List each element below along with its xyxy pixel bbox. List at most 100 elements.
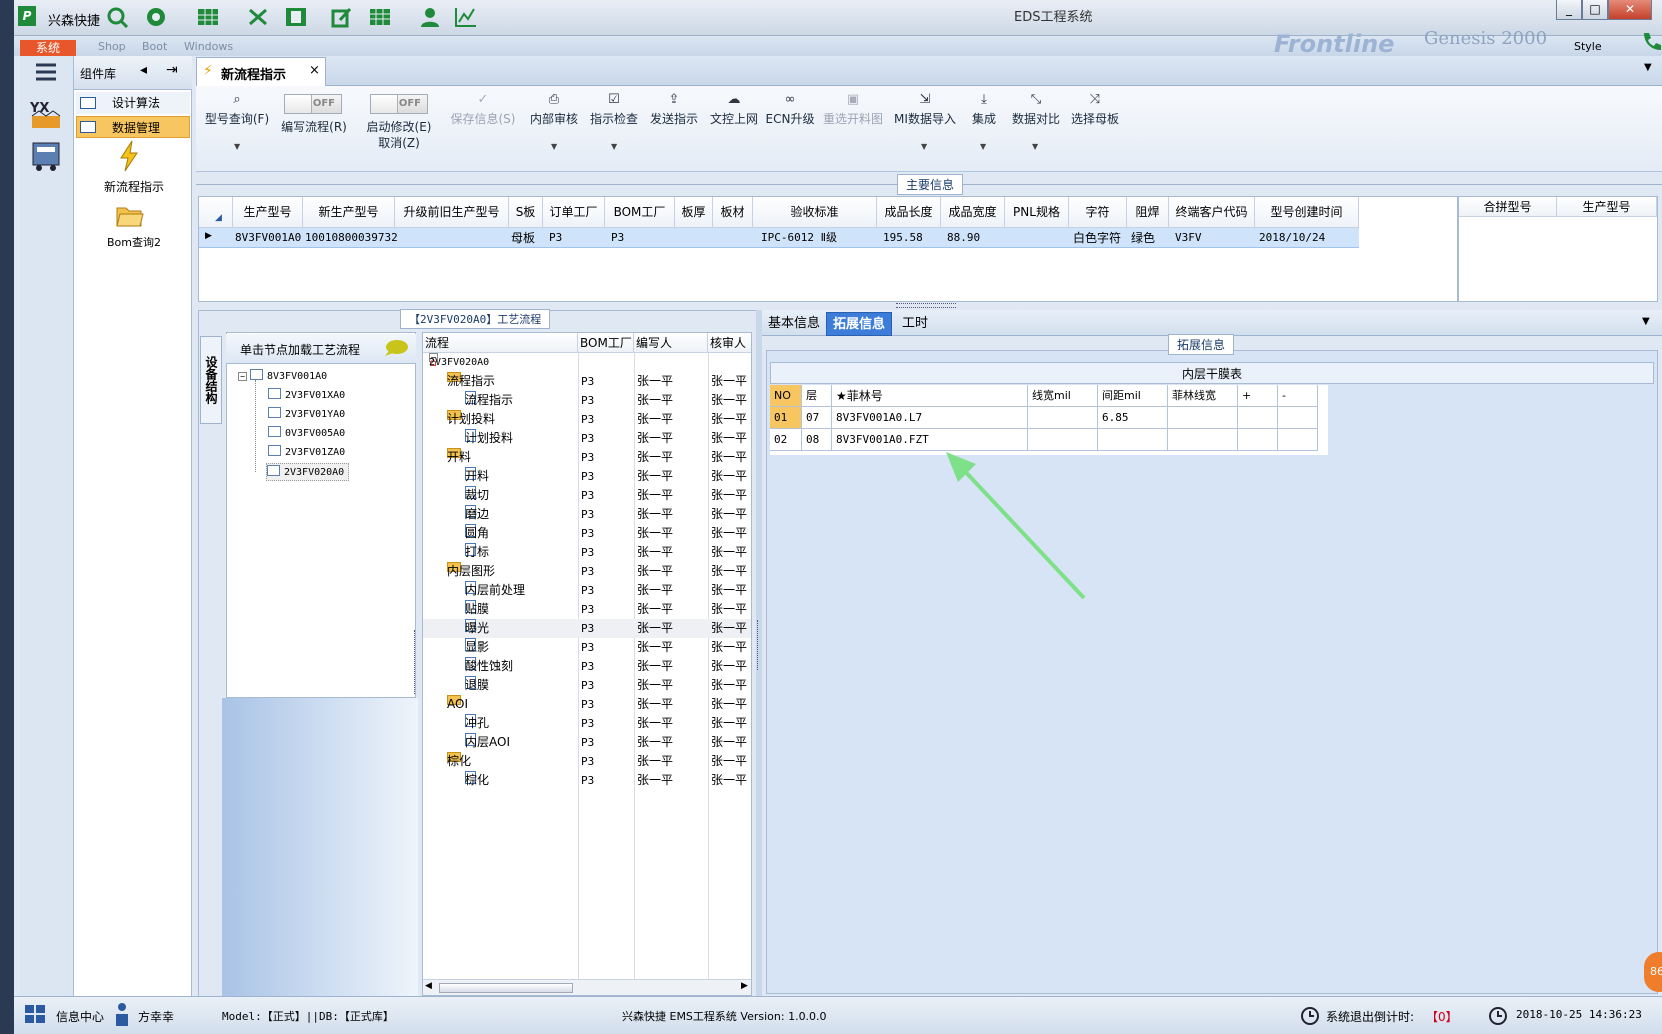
cell[interactable]: P3 (547, 228, 562, 248)
column-header[interactable]: 合拼型号 (1459, 197, 1557, 217)
flow-row[interactable]: 圆角 P3 张一平 张一平 (423, 524, 751, 543)
grid-icon[interactable] (368, 6, 392, 28)
flow-row[interactable]: − ⌂ 2V3FV020A0 (423, 353, 751, 372)
internal-review-button[interactable]: ⎙ 内部审核 (528, 92, 580, 127)
column-header[interactable]: 成品宽度 (941, 197, 1005, 228)
edit-flow-toggle[interactable]: OFF (284, 94, 342, 114)
ecn-upgrade-button[interactable]: ∞ ECN升级 (764, 92, 816, 127)
tree-node[interactable]: 0V3FV005A0 (268, 425, 345, 443)
flow-row[interactable]: −开料P3张一平张一平 (423, 448, 751, 467)
column-header[interactable]: 新生产型号 (303, 197, 395, 228)
column-header[interactable]: S板 (509, 197, 543, 228)
column-header[interactable]: 板材 (713, 197, 753, 228)
vertical-tab-structure[interactable]: 设备结构 (200, 336, 222, 424)
cell[interactable]: V3FV (1173, 228, 1202, 248)
flow-row[interactable]: 打标 P3 张一平 张一平 (423, 543, 751, 562)
splitter-grip[interactable] (757, 620, 760, 670)
tree-node[interactable]: 2V3FV01YA0 (268, 406, 345, 424)
tree-root[interactable]: − 8V3FV001A0 (238, 368, 327, 386)
mi-import-button[interactable]: ⇲ MI数据导入 (890, 92, 960, 127)
ribbon-menu-windows[interactable]: Windows (184, 40, 233, 53)
cell[interactable]: 2018/10/24 (1257, 228, 1325, 248)
column-header[interactable]: 终端客户代码 (1169, 197, 1255, 228)
tree-node-selected[interactable]: 2V3FV020A0 (266, 463, 350, 481)
flow-row[interactable]: −计划投料P3张一平张一平 (423, 410, 751, 429)
flow-row[interactable]: −流程指示P3张一平张一平 (423, 372, 751, 391)
tab-list-dropdown-icon[interactable]: ▼ (1644, 62, 1652, 73)
column-header[interactable]: ★菲林号 (832, 385, 1028, 407)
column-header[interactable]: 型号创建时间 (1255, 197, 1359, 228)
folder-open-icon[interactable] (116, 204, 144, 228)
integrate-button[interactable]: ⤓ 集成 (968, 92, 1000, 127)
flow-row[interactable]: 曝光 P3 张一平 张一平 (423, 619, 751, 638)
doc-upload-button[interactable]: ☁ 文控上网 (708, 92, 760, 127)
dropdown-arrow-icon[interactable]: ▼ (611, 142, 617, 151)
scissors-icon[interactable] (246, 6, 270, 28)
flow-row[interactable]: 显影 P3 张一平 张一平 (423, 638, 751, 657)
tool-bom-query[interactable]: Bom查询2 (96, 234, 172, 250)
maximize-button[interactable]: □ (1582, 0, 1608, 20)
tab-close-icon[interactable]: × (309, 63, 320, 78)
cell[interactable]: 195.58 (881, 228, 923, 248)
flow-row[interactable]: 酸性蚀刻 P3 张一平 张一平 (423, 657, 751, 676)
column-header[interactable]: 成品长度 (877, 197, 941, 228)
cell[interactable] (1238, 407, 1278, 429)
column-header[interactable]: 生产型号 (1557, 197, 1657, 217)
flow-row[interactable]: 冲孔 P3 张一平 张一平 (423, 714, 751, 733)
chart-icon[interactable] (454, 6, 478, 28)
flow-row[interactable]: 棕化 P3 张一平 张一平 (423, 771, 751, 790)
column-header[interactable]: NO (770, 385, 802, 407)
flow-row[interactable]: 计划投料 P3 张一平 张一平 (423, 429, 751, 448)
lightning-icon[interactable] (118, 140, 140, 172)
select-master-button[interactable]: ⤨ 选择母板 (1068, 92, 1122, 127)
column-header[interactable]: BOM工厂 (605, 197, 675, 228)
send-instruction-button[interactable]: ⇪ 发送指示 (648, 92, 700, 127)
data-compare-button[interactable]: ⤡ 数据对比 (1008, 92, 1064, 127)
cancel-button[interactable]: 取消(Z) (358, 134, 440, 151)
enable-modify-toggle[interactable]: OFF (370, 94, 428, 114)
pin-icon[interactable]: ⇥ (166, 62, 178, 78)
column-header[interactable]: 阻焊 (1127, 197, 1169, 228)
tool-new-flow[interactable]: 新流程指示 (96, 178, 172, 195)
collapse-icon[interactable]: − (238, 372, 247, 381)
tab-extended-info[interactable]: 拓展信息 (826, 312, 893, 336)
cell[interactable]: 6.85 (1098, 407, 1168, 429)
cell[interactable]: 07 (802, 407, 832, 429)
column-header[interactable]: 验收标准 (753, 197, 877, 228)
cell[interactable] (1168, 429, 1238, 451)
ribbon-menu-boot[interactable]: Boot (142, 40, 167, 53)
style-label[interactable]: Style (1574, 40, 1602, 53)
dropdown-arrow-icon[interactable]: ▼ (1032, 142, 1038, 151)
flow-row[interactable]: −AOIP3张一平张一平 (423, 695, 751, 714)
dropdown-arrow-icon[interactable]: ▼ (921, 142, 927, 151)
yx-module-icon[interactable]: YX (28, 98, 64, 130)
cell[interactable]: 10010800039732 (303, 228, 398, 248)
dropdown-arrow-icon[interactable]: ▼ (234, 142, 240, 151)
flow-row[interactable]: 磨边 P3 张一平 张一平 (423, 505, 751, 524)
flow-row[interactable]: 内层AOI P3 张一平 张一平 (423, 733, 751, 752)
cell[interactable]: 8V3FV001A0 (233, 228, 301, 248)
film-icon[interactable] (284, 6, 308, 28)
column-header[interactable]: 生产型号 (233, 197, 303, 228)
menu-icon[interactable] (34, 62, 58, 82)
column-header[interactable]: 字符 (1069, 197, 1127, 228)
column-header[interactable]: 间距mil (1098, 385, 1168, 407)
column-header[interactable]: 升级前旧生产型号 (395, 197, 509, 228)
flow-row[interactable]: 裁切 P3 张一平 张一平 (423, 486, 751, 505)
nav-item-data-management[interactable]: 数据管理 (76, 116, 190, 138)
flow-row[interactable]: 流程指示 P3 张一平 张一平 (423, 391, 751, 410)
flow-row[interactable]: −内层图形P3张一平张一平 (423, 562, 751, 581)
column-header[interactable]: 核审人 (708, 333, 751, 353)
tab-list-dropdown-icon[interactable]: ▼ (1642, 316, 1650, 327)
flow-row[interactable]: 内层前处理 P3 张一平 张一平 (423, 581, 751, 600)
edit-icon[interactable] (330, 6, 354, 28)
table-icon[interactable] (196, 6, 220, 28)
flow-row[interactable]: 贴膜 P3 张一平 张一平 (423, 600, 751, 619)
cell[interactable] (1238, 429, 1278, 451)
dropdown-arrow-icon[interactable]: ▼ (980, 142, 986, 151)
tree-node[interactable]: 2V3FV01ZA0 (268, 444, 345, 462)
instruction-check-button[interactable]: ☑ 指示检查 (588, 92, 640, 127)
column-header[interactable]: PNL规格 (1005, 197, 1069, 228)
cell[interactable] (1028, 407, 1098, 429)
close-button[interactable]: ✕ (1608, 0, 1652, 20)
